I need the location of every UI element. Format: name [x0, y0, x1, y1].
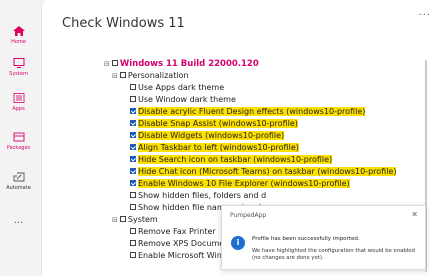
item-label: Hide Chat icon (Microsoft Teams) on task…: [138, 167, 397, 176]
nav-system[interactable]: System: [0, 58, 37, 77]
more-options-button[interactable]: ···: [418, 10, 431, 21]
toast-detail: We have highlighted the configuration th…: [252, 248, 415, 261]
item-label: Align Taskbar to left (windows10-profile…: [138, 143, 299, 152]
toast-title: PumpedApp: [230, 212, 267, 219]
item-label: Show hidden files, folders and d: [138, 191, 267, 200]
list-item[interactable]: Disable acrylic Fluent Design effects (w…: [130, 106, 366, 118]
home-icon: [12, 26, 25, 36]
list-item[interactable]: Disable Snap Assist (windows10-profile): [130, 118, 298, 130]
item-label: Hide Search icon on taskbar (windows10-p…: [138, 155, 333, 164]
tree-node-system[interactable]: ⊟ System: [112, 214, 158, 226]
checkbox-checked[interactable]: [130, 131, 136, 138]
item-label: Disable Snap Assist (windows10-profile): [138, 119, 298, 128]
checkbox[interactable]: [130, 251, 136, 258]
nav-more-button[interactable]: ···: [0, 218, 37, 229]
checkbox-checked[interactable]: [130, 119, 136, 126]
tree-node-label: Personalization: [127, 71, 189, 80]
list-item[interactable]: Remove Fax Printer: [130, 226, 216, 238]
checkbox[interactable]: [130, 95, 136, 102]
checkbox[interactable]: [130, 191, 136, 198]
automate-icon: [13, 172, 24, 182]
checkbox[interactable]: [119, 215, 126, 222]
tree-root-label: Windows 11 Build 22000.120: [119, 59, 259, 69]
collapse-icon[interactable]: ⊟: [104, 58, 110, 70]
close-icon[interactable]: ✕: [411, 210, 418, 219]
nav-automate-label: Automate: [6, 185, 31, 191]
checkbox[interactable]: [130, 239, 136, 246]
list-item[interactable]: Align Taskbar to left (windows10-profile…: [130, 142, 299, 154]
collapse-icon[interactable]: ⊟: [112, 214, 118, 226]
list-item[interactable]: Disable Widgets (windows10-profile): [130, 130, 285, 142]
notification-toast: PumpedApp ✕ i Profile has been successfu…: [221, 205, 426, 270]
checkbox[interactable]: [130, 203, 136, 210]
item-label: Use Apps dark theme: [138, 83, 225, 92]
nav-home-label: Home: [11, 39, 26, 45]
item-label: Disable acrylic Fluent Design effects (w…: [138, 107, 366, 116]
item-label: Use Window dark theme: [138, 95, 236, 104]
toast-message: Profile has been successfully imported.: [252, 236, 360, 242]
list-item[interactable]: Use Apps dark theme: [130, 82, 224, 94]
checkbox[interactable]: [111, 59, 118, 66]
nav-automate[interactable]: Automate: [0, 172, 37, 191]
item-label: Enable Windows 10 File Explorer (windows…: [138, 179, 350, 188]
list-item[interactable]: Show hidden files, folders and d: [130, 190, 266, 202]
checkbox-checked[interactable]: [130, 167, 136, 174]
sidebar: Home System Apps Packages Automate ···: [0, 0, 37, 276]
checkbox-checked[interactable]: [130, 179, 136, 186]
package-icon: [13, 132, 24, 142]
tree-node-label: System: [127, 215, 158, 224]
nav-packages[interactable]: Packages: [0, 132, 37, 151]
nav-system-label: System: [9, 71, 28, 77]
info-icon: i: [231, 236, 245, 250]
nav-apps-label: Apps: [12, 106, 25, 112]
list-item[interactable]: Use Window dark theme: [130, 94, 236, 106]
item-label: Remove Fax Printer: [138, 227, 216, 236]
nav-apps[interactable]: Apps: [0, 93, 37, 112]
checkbox-checked[interactable]: [130, 155, 136, 162]
checkbox[interactable]: [119, 71, 126, 78]
checkbox[interactable]: [130, 83, 136, 90]
nav-packages-label: Packages: [6, 145, 31, 151]
page-title: Check Windows 11: [62, 16, 185, 31]
tree-root[interactable]: ⊟ Windows 11 Build 22000.120: [104, 58, 259, 70]
nav-home[interactable]: Home: [0, 26, 37, 45]
collapse-icon[interactable]: ⊟: [112, 70, 118, 82]
list-item[interactable]: Hide Chat icon (Microsoft Teams) on task…: [130, 166, 397, 178]
item-label: Disable Widgets (windows10-profile): [138, 131, 285, 140]
apps-list-icon: [13, 93, 24, 103]
checkbox-checked[interactable]: [130, 143, 136, 150]
tree-node-personalization[interactable]: ⊟ Personalization: [112, 70, 189, 82]
list-item[interactable]: Hide Search icon on taskbar (windows10-p…: [130, 154, 333, 166]
checkbox[interactable]: [130, 227, 136, 234]
list-item[interactable]: Enable Windows 10 File Explorer (windows…: [130, 178, 350, 190]
monitor-icon: [13, 58, 24, 68]
checkbox-checked[interactable]: [130, 107, 136, 114]
